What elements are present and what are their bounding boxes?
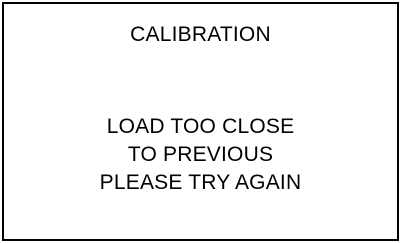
display-panel: CALIBRATION LOAD TOO CLOSE TO PREVIOUS P… — [2, 2, 399, 241]
message-line-3: PLEASE TRY AGAIN — [99, 171, 302, 194]
screen-title: CALIBRATION — [130, 23, 271, 46]
error-message: LOAD TOO CLOSE TO PREVIOUS PLEASE TRY AG… — [4, 113, 397, 197]
message-line-1: LOAD TOO CLOSE — [106, 115, 295, 138]
message-line-2: TO PREVIOUS — [127, 143, 274, 166]
